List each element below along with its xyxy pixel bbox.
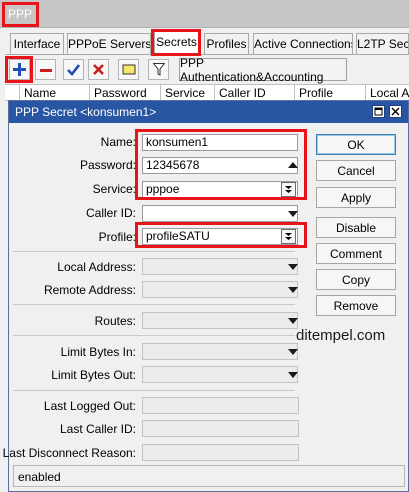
- highlight-window-title: [2, 2, 39, 27]
- secrets-table-header: Name Password Service Caller ID Profile …: [5, 84, 409, 102]
- last-caller-id-field: [142, 420, 299, 437]
- remove-secret-button[interactable]: Remove: [316, 295, 396, 316]
- apply-button[interactable]: Apply: [316, 187, 396, 208]
- last-disconnect-reason-field: [142, 444, 299, 461]
- highlight-profile: [135, 222, 307, 248]
- ok-button[interactable]: OK: [316, 134, 396, 155]
- disable-button[interactable]: [88, 59, 109, 80]
- separator: [13, 304, 295, 305]
- watermark-text: ditempel.com: [296, 327, 386, 344]
- service-label: Service:: [92, 182, 136, 196]
- last-logged-out-field: [142, 397, 299, 414]
- enable-button[interactable]: [63, 59, 84, 80]
- filter-icon: [152, 63, 165, 76]
- highlight-add-button: [5, 56, 33, 83]
- remote-address-dropdown-icon[interactable]: [288, 287, 298, 293]
- ppp-secret-dialog: PPP Secret <konsumen1> Name: konsumen1 P…: [3, 100, 409, 492]
- x-icon: [93, 64, 104, 75]
- limit-bytes-out-label: Limit Bytes Out:: [51, 368, 136, 382]
- limit-bytes-in-dropdown-icon[interactable]: [288, 349, 298, 355]
- check-icon: [67, 63, 80, 76]
- separator: [13, 335, 295, 336]
- limit-bytes-out-dropdown-icon[interactable]: [288, 372, 298, 378]
- comment-secret-button[interactable]: Comment: [316, 243, 396, 264]
- tab-interface[interactable]: Interface: [10, 33, 64, 54]
- cancel-button[interactable]: Cancel: [316, 160, 396, 181]
- limit-bytes-in-field[interactable]: [142, 343, 298, 360]
- routes-field[interactable]: [142, 312, 298, 329]
- maximize-icon: [374, 107, 383, 116]
- caller-id-dropdown-icon[interactable]: [288, 211, 298, 217]
- profile-label: Profile:: [98, 230, 136, 244]
- limit-bytes-in-label: Limit Bytes In:: [60, 345, 136, 359]
- tab-active-connections[interactable]: Active Connections: [253, 33, 353, 54]
- minus-icon: [39, 68, 52, 72]
- name-label: Name:: [100, 135, 136, 149]
- remote-address-field[interactable]: [142, 281, 298, 298]
- disable-secret-button[interactable]: Disable: [316, 217, 396, 238]
- tab-pppoe-servers[interactable]: PPPoE Servers: [67, 33, 151, 54]
- maximize-button[interactable]: [372, 105, 385, 118]
- note-icon: [122, 64, 135, 75]
- routes-dropdown-icon[interactable]: [288, 318, 298, 324]
- close-button[interactable]: [389, 105, 402, 118]
- limit-bytes-out-field[interactable]: [142, 366, 298, 383]
- tab-profiles[interactable]: Profiles: [204, 33, 249, 54]
- last-caller-id-label: Last Caller ID:: [59, 422, 136, 436]
- password-label: Password:: [79, 158, 136, 172]
- dialog-title: PPP Secret <konsumen1>: [15, 105, 157, 119]
- separator: [13, 390, 295, 391]
- last-logged-out-label: Last Logged Out:: [43, 399, 136, 413]
- local-address-dropdown-icon[interactable]: [288, 264, 298, 270]
- comment-button[interactable]: [118, 59, 139, 80]
- routes-label: Routes:: [94, 314, 136, 328]
- separator: [13, 251, 295, 252]
- status-text: enabled: [18, 470, 61, 484]
- highlight-secrets-tab: [151, 29, 201, 56]
- caller-id-field[interactable]: [142, 205, 298, 222]
- close-icon: [391, 107, 400, 116]
- tab-l2tp-secrets[interactable]: L2TP Sec: [356, 33, 409, 54]
- ppp-authentication-accounting-button[interactable]: PPP Authentication&Accounting: [179, 56, 347, 84]
- remove-button[interactable]: [35, 59, 56, 80]
- remote-address-label: Remote Address:: [43, 283, 136, 297]
- filter-button[interactable]: [148, 59, 169, 80]
- local-address-label: Local Address:: [57, 260, 136, 274]
- copy-button[interactable]: Copy: [316, 269, 396, 290]
- last-disconnect-reason-label: Last Disconnect Reason:: [2, 446, 136, 460]
- highlight-name-password-service: [135, 129, 307, 200]
- dialog-title-bar[interactable]: PPP Secret <konsumen1>: [9, 101, 408, 123]
- caller-id-label: Caller ID:: [85, 206, 136, 220]
- window-title-bar: PPP: [0, 0, 409, 28]
- local-address-field[interactable]: [142, 258, 298, 275]
- status-bar: enabled: [13, 465, 405, 487]
